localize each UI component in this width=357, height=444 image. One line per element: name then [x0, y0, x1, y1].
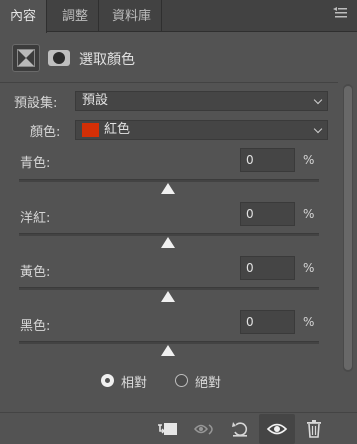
absolute-label[interactable]: 絕對	[195, 372, 221, 391]
preset-value: 預設	[82, 93, 109, 108]
black-unit: %	[303, 315, 315, 329]
colors-value: 紅色	[104, 122, 131, 137]
tab-libraries[interactable]: 資料庫	[102, 0, 163, 32]
cyan-label: 青色:	[20, 156, 51, 171]
layer-mask-icon[interactable]	[12, 44, 40, 72]
reset-icon[interactable]	[229, 419, 253, 439]
black-label: 黑色:	[20, 319, 51, 334]
yellow-slider-track[interactable]	[19, 287, 319, 290]
yellow-slider-thumb[interactable]	[161, 291, 175, 302]
bottom-toolbar	[0, 412, 357, 444]
relative-radio[interactable]	[101, 374, 114, 387]
black-slider-track[interactable]	[19, 341, 319, 344]
panel-menu-icon[interactable]	[333, 7, 347, 23]
chevron-down-icon	[313, 124, 323, 134]
cyan-unit: %	[303, 153, 315, 167]
tab-label: 資料庫	[112, 9, 152, 24]
panel-tab-bar: 內容 調整 資料庫	[0, 0, 357, 33]
scrollbar-thumb[interactable]	[344, 86, 352, 370]
chevron-down-icon	[313, 95, 323, 105]
preset-label: 預設集:	[14, 96, 58, 111]
method-radio-group: 相對 絕對	[0, 371, 357, 391]
vertical-scrollbar[interactable]	[343, 84, 353, 372]
view-previous-state-icon[interactable]	[193, 419, 217, 439]
visibility-eye-icon[interactable]	[265, 419, 289, 439]
magenta-slider-thumb[interactable]	[161, 237, 175, 248]
yellow-label: 黃色:	[20, 265, 51, 280]
black-slider-thumb[interactable]	[161, 345, 175, 356]
preset-select[interactable]: 預設	[75, 91, 328, 111]
magenta-label: 洋紅:	[20, 211, 51, 226]
properties-header: 選取顏色	[0, 40, 357, 76]
magenta-unit: %	[303, 207, 315, 221]
black-input[interactable]: 0	[240, 310, 295, 334]
magenta-slider-track[interactable]	[19, 233, 319, 236]
tab-adjustments[interactable]: 調整	[52, 0, 100, 32]
header-divider	[0, 82, 338, 83]
tab-label: 調整	[62, 9, 89, 24]
cyan-slider-thumb[interactable]	[161, 183, 175, 194]
cyan-input[interactable]: 0	[240, 148, 295, 172]
yellow-unit: %	[303, 261, 315, 275]
magenta-input[interactable]: 0	[240, 202, 295, 226]
selective-color-adjustment-icon[interactable]	[45, 44, 73, 72]
trash-icon[interactable]	[302, 419, 326, 439]
colors-select[interactable]: 紅色	[75, 120, 328, 140]
clip-to-layer-icon[interactable]	[156, 419, 180, 439]
absolute-radio[interactable]	[175, 374, 188, 387]
color-swatch	[82, 123, 99, 137]
colors-label: 顏色:	[30, 125, 61, 140]
cyan-slider-track[interactable]	[19, 179, 319, 182]
tab-label: 內容	[10, 9, 37, 24]
relative-label[interactable]: 相對	[121, 372, 147, 391]
tab-properties[interactable]: 內容	[0, 0, 48, 33]
panel-title: 選取顏色	[79, 52, 135, 68]
yellow-input[interactable]: 0	[240, 256, 295, 280]
